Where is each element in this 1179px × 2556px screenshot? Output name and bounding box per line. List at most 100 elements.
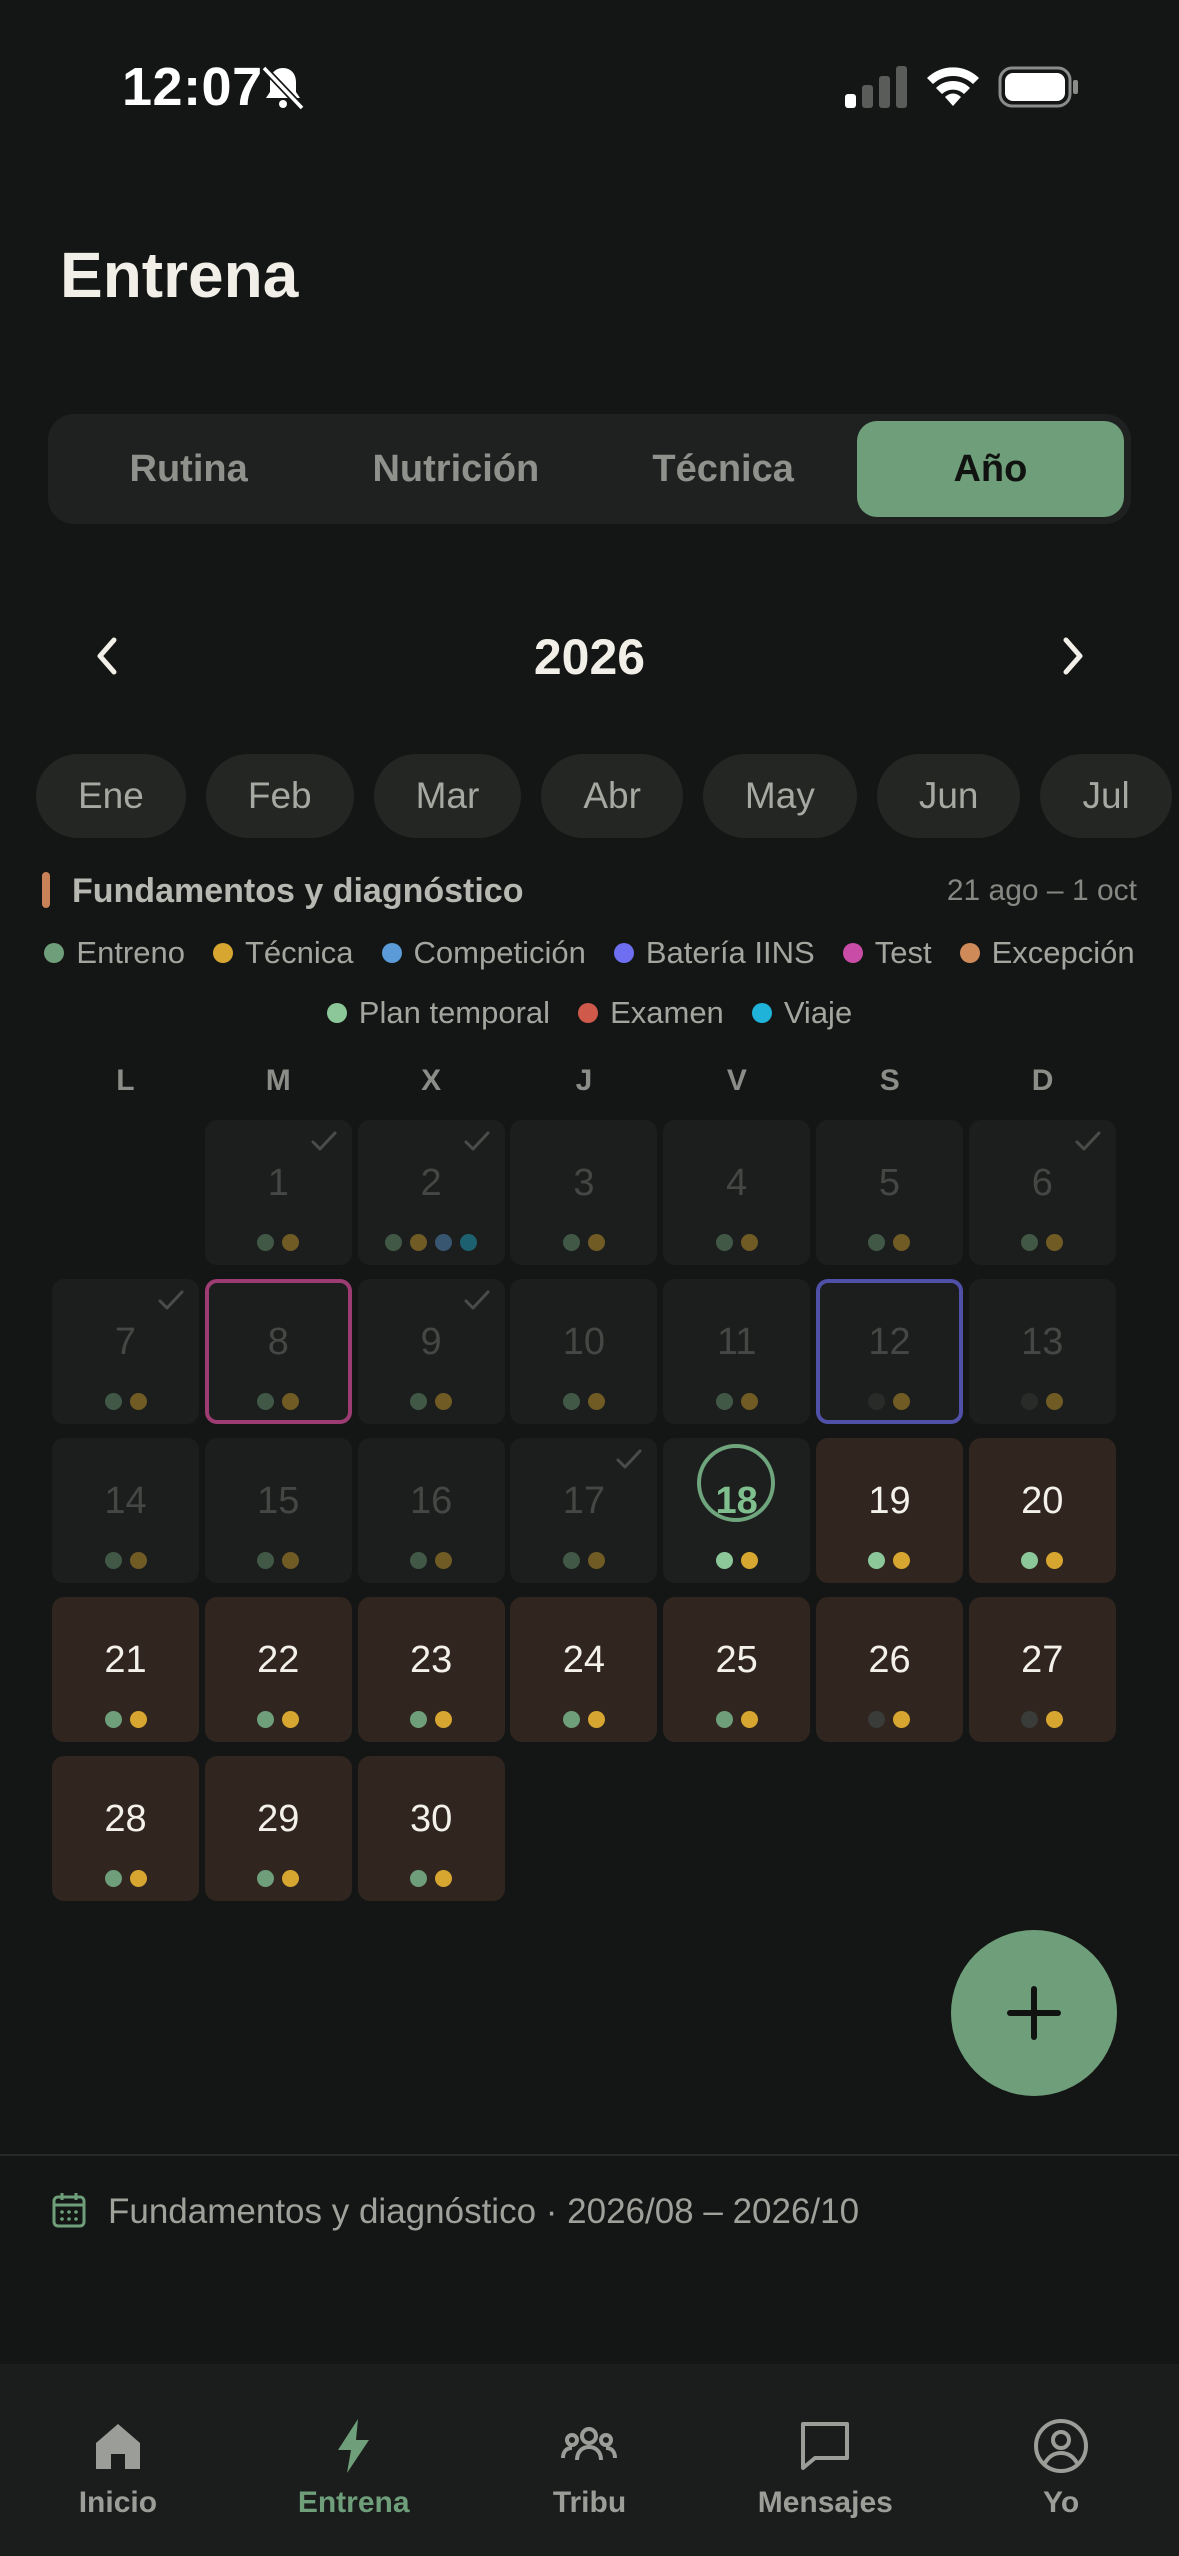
month-chip-feb[interactable]: Feb [205,754,354,838]
add-fab-button[interactable] [951,1930,1117,2096]
event-dot [104,1552,122,1569]
calendar-day[interactable]: 23 [357,1597,505,1742]
calendar-day[interactable]: 16 [357,1438,505,1583]
event-dot [410,1711,428,1728]
calendar-day[interactable]: 9 [357,1279,505,1424]
tab-entrena[interactable]: Entrena [236,2364,472,2556]
tab-inicio[interactable]: Inicio [0,2364,236,2556]
calendar-day[interactable]: 28 [52,1756,199,1901]
tab-ano[interactable]: Año [856,421,1124,517]
calendar-day[interactable]: 20 [968,1438,1116,1583]
calendar-day[interactable]: 26 [815,1597,963,1742]
event-dot [129,1711,147,1728]
event-dot [740,1234,758,1251]
calendar-day[interactable]: 6 [968,1120,1116,1265]
calendar-day[interactable]: 21 [52,1597,199,1742]
calendar-day[interactable]: 3 [510,1120,658,1265]
tab-mensajes[interactable]: Mensajes [707,2364,943,2556]
tab-rutina[interactable]: Rutina [55,421,322,517]
calendar-day[interactable]: 24 [510,1597,658,1742]
tab-yo[interactable]: Yo [943,2364,1179,2556]
calendar-day[interactable]: 10 [510,1279,658,1424]
calendar-day[interactable]: 12 [815,1279,963,1424]
day-event-dots [205,1552,352,1569]
calendar-day[interactable]: 17 [510,1438,658,1583]
day-event-dots [969,1711,1116,1728]
tab-label: Yo [1043,2486,1080,2519]
legend-item: Examen [578,994,724,1032]
event-dot [1046,1393,1064,1410]
calendar-day[interactable]: 27 [968,1597,1116,1742]
calendar-day[interactable]: 14 [52,1438,199,1583]
day-number: 15 [257,1480,300,1522]
day-event-dots [52,1870,199,1887]
day-number: 3 [573,1162,595,1204]
weekday-label: L [116,1064,135,1097]
day-number: 11 [716,1321,757,1363]
plan-info-text: Fundamentos y diagnóstico · 2026/08 – 20… [108,2192,860,2231]
day-number: 16 [409,1480,453,1522]
day-number: 20 [1021,1480,1064,1522]
event-dot [562,1393,580,1410]
event-dot [740,1711,758,1728]
calendar-day[interactable]: 4 [663,1120,811,1265]
event-dot [1021,1234,1039,1251]
day-event-dots [816,1234,963,1251]
tab-label: Inicio [78,2486,158,2519]
day-event-dots [663,1393,810,1410]
day-event-dots [52,1393,199,1410]
legend-dot-icon [44,943,65,963]
day-number: 28 [104,1798,147,1840]
event-dot [257,1711,275,1728]
event-dot [1046,1711,1064,1728]
legend-item: Batería IINS [613,934,815,972]
calendar-day[interactable]: 19 [815,1438,963,1583]
event-dot [868,1711,886,1728]
event-dot [587,1552,605,1569]
month-chip-jul[interactable]: Jul [1040,754,1172,838]
legend-dot-icon [578,1003,599,1023]
event-dot [1046,1234,1064,1251]
calendar-day[interactable]: 11 [663,1279,811,1424]
plan-info-bar[interactable]: Fundamentos y diagnóstico · 2026/08 – 20… [0,2154,1179,2364]
day-number: 25 [715,1639,758,1681]
tab-tecnica[interactable]: Técnica [590,421,857,517]
calendar-day[interactable]: 15 [204,1438,352,1583]
calendar-day[interactable]: 7 [52,1279,199,1424]
calendar-day[interactable]: 25 [663,1597,811,1742]
event-dot [587,1393,605,1410]
calendar-day[interactable]: 13 [968,1279,1116,1424]
calendar-day[interactable]: 30 [357,1756,505,1901]
tab-label: Entrena [297,2486,410,2519]
calendar-day[interactable]: 22 [204,1597,352,1742]
day-number: 23 [409,1639,453,1681]
month-chip-jun[interactable]: Jun [876,754,1021,838]
event-dot [410,1234,428,1251]
calendar-day-today[interactable]: 18 [663,1438,811,1583]
event-dot [868,1393,886,1410]
day-event-dots [358,1552,505,1569]
year-label: 2026 [533,629,646,685]
event-dot [129,1393,147,1410]
calendar-day[interactable]: 1 [204,1120,352,1265]
day-number: 24 [562,1639,606,1681]
legend-dot-icon [751,1003,772,1023]
tab-tribu[interactable]: Tribu [472,2364,708,2556]
chevron-right-icon[interactable] [1044,628,1100,684]
checkmark-icon [158,1290,184,1310]
calendar-icon [52,2193,86,2228]
calendar-day[interactable]: 29 [204,1756,352,1901]
calendar-day[interactable]: 8 [204,1279,352,1424]
event-dot [104,1870,122,1887]
month-chip-abr[interactable]: Abr [541,754,683,838]
month-chip-ene[interactable]: Ene [36,754,186,838]
day-event-dots [816,1552,963,1569]
segmented-tabs: Rutina Nutrición Técnica Año [48,414,1131,524]
calendar-day[interactable]: 2 [357,1120,505,1265]
month-chip-mar[interactable]: Mar [373,754,522,838]
status-bar: 12:07 [0,0,1179,160]
event-dot [740,1393,758,1410]
tab-nutricion[interactable]: Nutrición [322,421,589,517]
month-chip-may[interactable]: May [702,754,857,838]
calendar-day[interactable]: 5 [815,1120,963,1265]
